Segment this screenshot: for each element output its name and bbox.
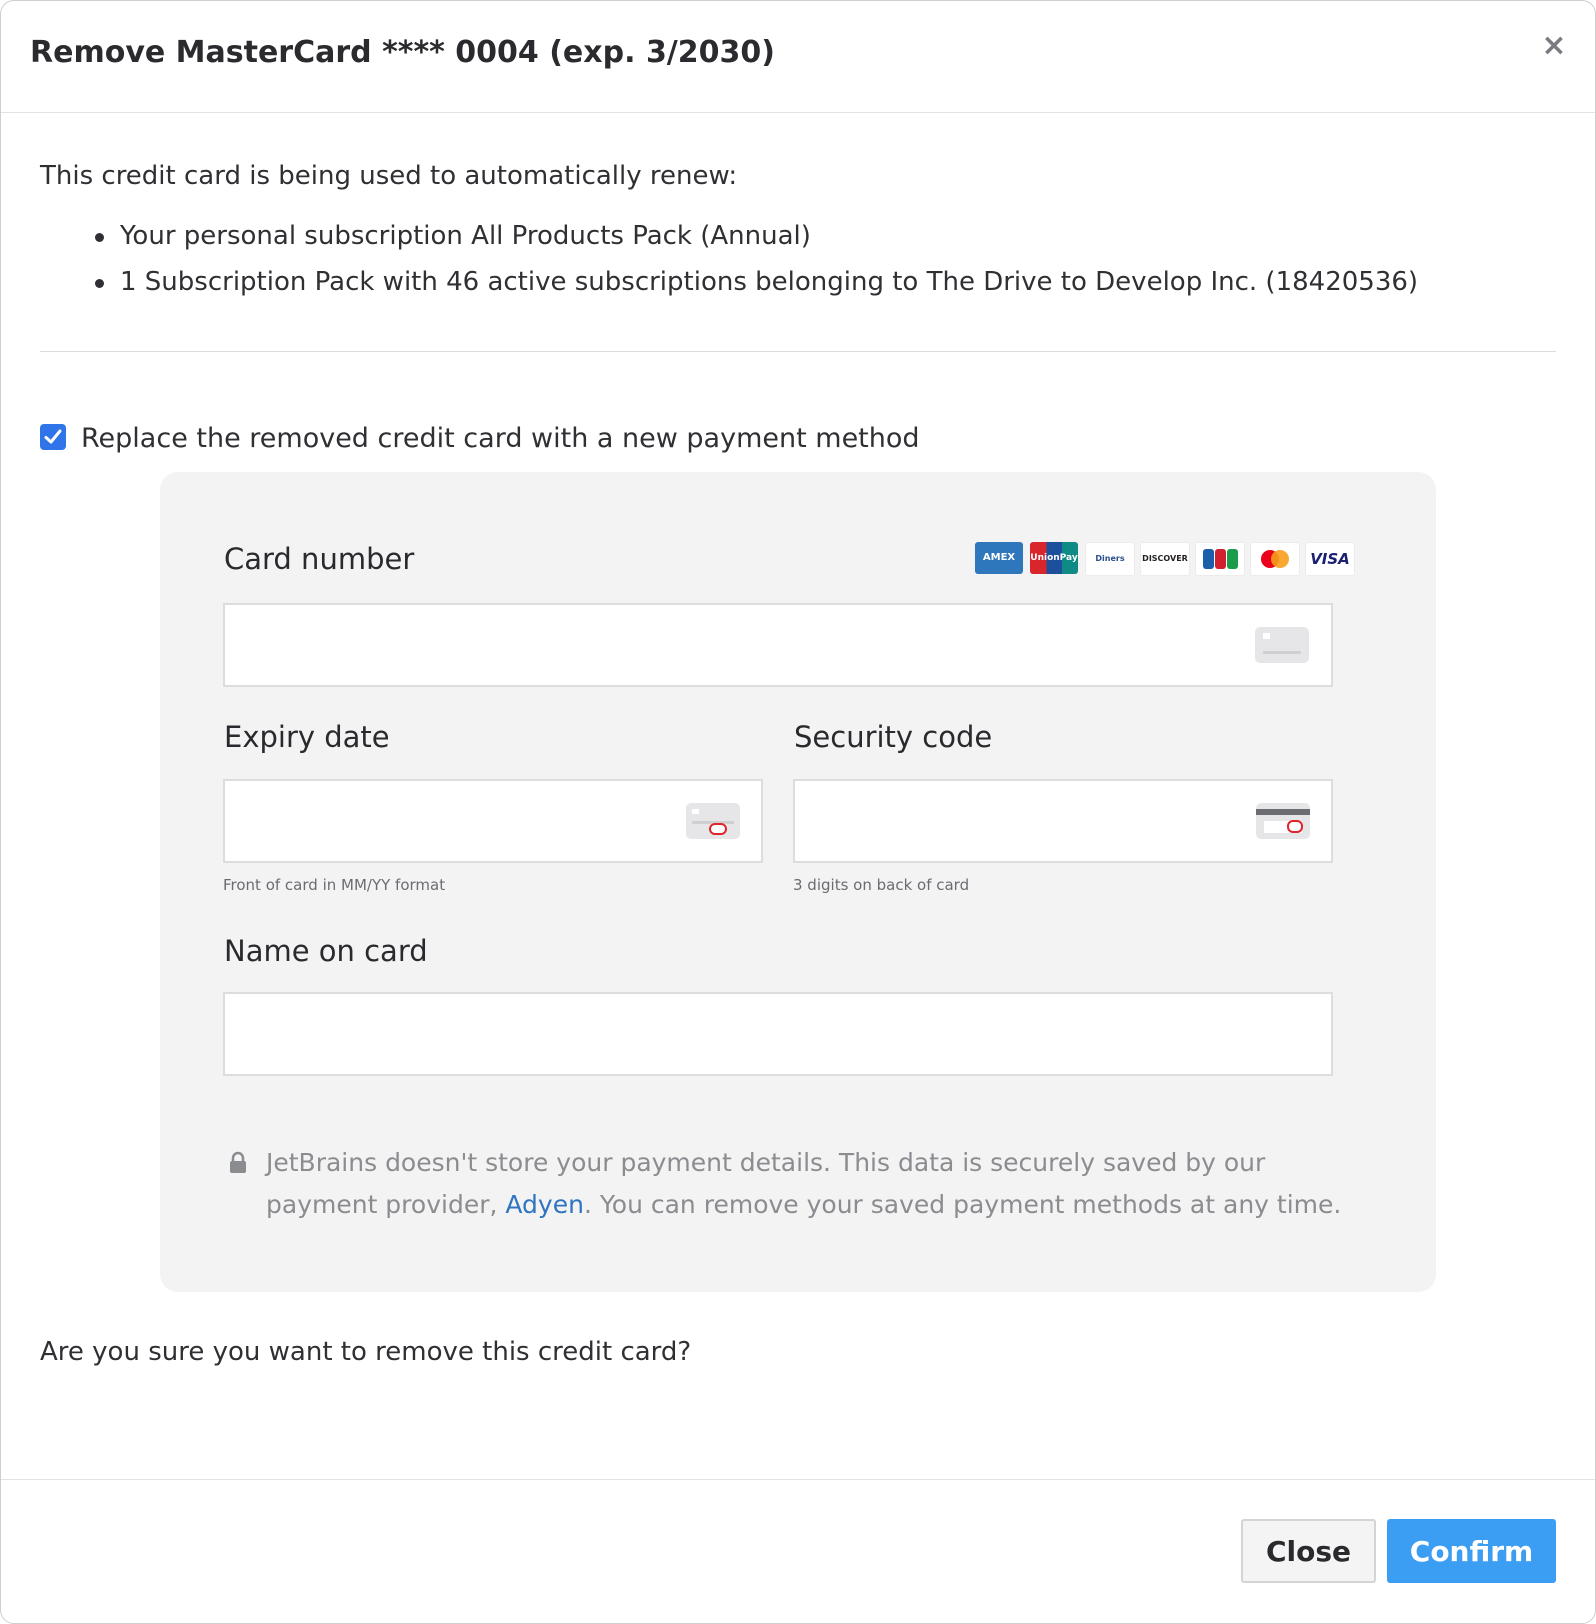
adyen-link[interactable]: Adyen [505, 1190, 584, 1219]
list-item: Your personal subscription All Products … [40, 213, 1418, 259]
renewal-list: Your personal subscription All Products … [40, 213, 1418, 305]
security-code-input[interactable] [795, 781, 1331, 861]
close-icon[interactable]: × [1539, 31, 1569, 61]
intro-text: This credit card is being used to automa… [40, 161, 738, 191]
expiry-date-label: Expiry date [224, 720, 390, 754]
unionpay-icon: UnionPay [1030, 542, 1078, 574]
amex-icon: AMEX [975, 542, 1023, 574]
note-text-end: . You can remove your saved payment meth… [583, 1190, 1342, 1219]
expiry-hint: Front of card in MM/YY format [223, 876, 446, 894]
name-on-card-field[interactable] [223, 992, 1333, 1076]
checkmark-icon [44, 429, 62, 444]
footer-divider [1, 1479, 1595, 1480]
close-button[interactable]: Close [1241, 1519, 1376, 1583]
mastercard-icon [1250, 542, 1300, 576]
security-code-label: Security code [794, 720, 993, 754]
expiry-date-field[interactable] [223, 779, 763, 863]
card-number-field[interactable] [223, 603, 1333, 687]
jcb-icon [1195, 542, 1245, 576]
card-form-panel: Card number AMEX UnionPay Diners DISCOVE… [160, 472, 1436, 1292]
list-item: 1 Subscription Pack with 46 active subsc… [40, 259, 1418, 305]
security-code-field[interactable] [793, 779, 1333, 863]
remove-card-dialog: Remove MasterCard **** 0004 (exp. 3/2030… [0, 0, 1596, 1624]
card-cvc-icon [1256, 803, 1310, 839]
confirm-button[interactable]: Confirm [1387, 1519, 1556, 1583]
card-number-input[interactable] [225, 605, 1331, 685]
discover-icon: DISCOVER [1140, 542, 1190, 576]
payment-security-note: JetBrains doesn't store your payment det… [266, 1142, 1346, 1226]
name-on-card-label: Name on card [224, 934, 428, 968]
dialog-header: Remove MasterCard **** 0004 (exp. 3/2030… [1, 1, 1595, 113]
divider [40, 351, 1556, 352]
dialog-title: Remove MasterCard **** 0004 (exp. 3/2030… [30, 35, 775, 70]
visa-icon: VISA [1305, 542, 1355, 576]
name-on-card-input[interactable] [225, 994, 1331, 1074]
security-code-hint: 3 digits on back of card [793, 876, 970, 894]
card-expiry-icon [686, 803, 740, 839]
card-front-icon [1255, 627, 1309, 663]
expiry-date-input[interactable] [225, 781, 761, 861]
diners-club-icon: Diners [1085, 542, 1135, 576]
card-number-label: Card number [224, 542, 415, 576]
replace-label[interactable]: Replace the removed credit card with a n… [81, 421, 920, 457]
replace-checkbox[interactable] [40, 424, 66, 450]
lock-icon [230, 1151, 246, 1173]
confirm-question: Are you sure you want to remove this cre… [40, 1337, 692, 1367]
